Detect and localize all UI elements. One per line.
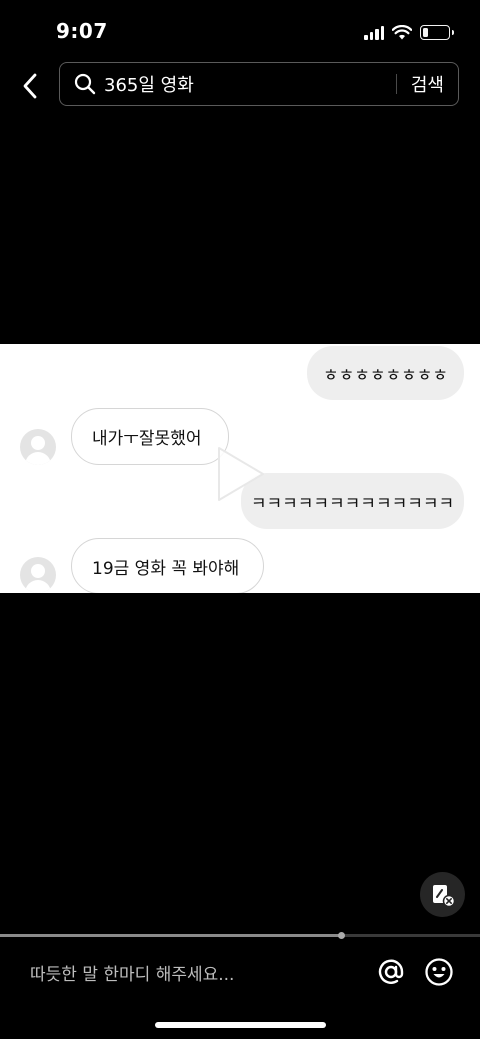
chat-bubble-left: 내가ㅜ잘못했어	[71, 408, 229, 465]
smile-icon	[425, 958, 453, 986]
chat-bubble-right: ㅎㅎㅎㅎㅎㅎㅎㅎ	[307, 346, 464, 400]
signal-icon	[364, 24, 384, 40]
status-icons	[364, 22, 454, 42]
message-text: ㅋㅋㅋㅋㅋㅋㅋㅋㅋㅋㅋㅋㅋ	[250, 493, 455, 514]
playback-progress[interactable]	[0, 932, 480, 939]
chat-bubble-left: 19금 영화 꼭 봐야해	[71, 538, 264, 593]
shorts-edit-button[interactable]	[420, 872, 465, 917]
message-text: 내가ㅜ잘못했어	[92, 429, 202, 449]
search-icon	[74, 72, 98, 96]
progress-fill	[0, 934, 341, 937]
search-divider	[395, 74, 397, 94]
message-text: ㅎㅎㅎㅎㅎㅎㅎㅎ	[322, 365, 449, 386]
search-bar[interactable]: 365일 영화 검색	[59, 62, 459, 106]
battery-icon	[420, 24, 454, 40]
play-icon[interactable]	[213, 444, 267, 504]
video-chat-frame[interactable]: ㅎㅎㅎㅎㅎㅎㅎㅎ 내가ㅜ잘못했어 ㅋㅋㅋㅋㅋㅋㅋㅋㅋㅋㅋㅋㅋ 19금 영화 꼭 …	[0, 344, 480, 593]
message-text: 19금 영화 꼭 봐야해	[92, 558, 240, 579]
mention-button[interactable]	[376, 957, 406, 987]
at-icon	[378, 959, 404, 984]
back-button[interactable]	[14, 68, 46, 104]
emoji-button[interactable]	[424, 957, 454, 987]
home-indicator	[155, 1022, 326, 1028]
chat-bubble-right: ㅋㅋㅋㅋㅋㅋㅋㅋㅋㅋㅋㅋㅋ	[241, 473, 464, 529]
avatar	[20, 557, 56, 593]
chevron-left-icon	[23, 73, 37, 99]
search-input[interactable]: 365일 영화	[104, 71, 396, 97]
wifi-icon	[392, 24, 412, 39]
progress-knob[interactable]	[337, 932, 345, 939]
comment-input[interactable]: 따듯한 말 한마디 해주세요...	[30, 958, 350, 986]
edit-close-icon	[432, 884, 455, 907]
status-time: 9:07	[56, 19, 108, 43]
avatar	[20, 429, 56, 465]
search-button[interactable]: 검색	[411, 71, 444, 97]
